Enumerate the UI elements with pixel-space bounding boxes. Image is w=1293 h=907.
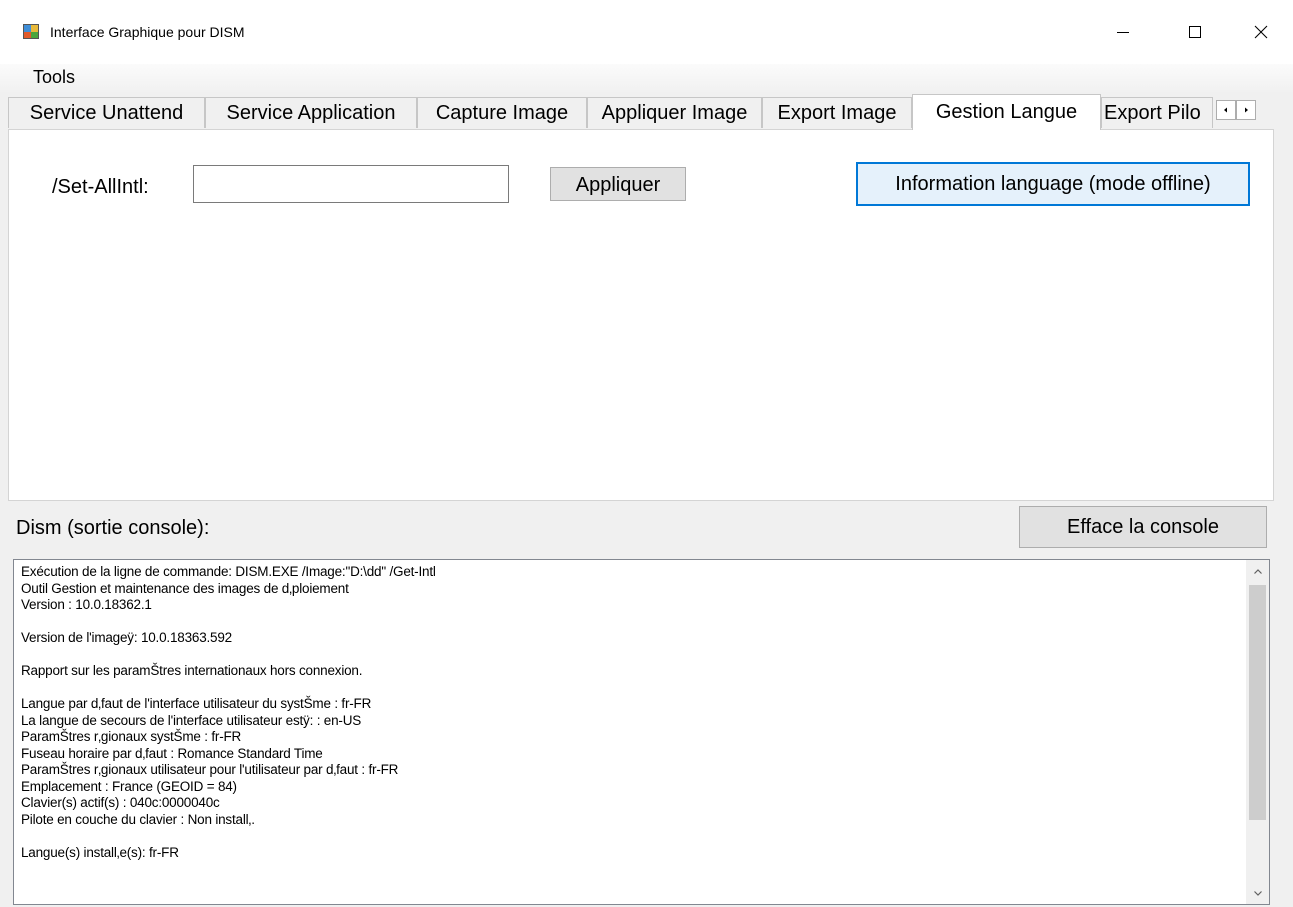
chevron-up-icon	[1253, 568, 1262, 574]
arrow-left-icon	[1224, 107, 1227, 113]
tab-export-pilotes[interactable]: Export Pilo	[1101, 97, 1213, 128]
chevron-down-icon	[1253, 890, 1262, 896]
window-title: Interface Graphique pour DISM	[50, 24, 245, 40]
tab-gestion-langue[interactable]: Gestion Langue	[912, 94, 1101, 130]
console-scrollbar[interactable]	[1246, 560, 1269, 904]
tab-scroll-left-button[interactable]	[1216, 100, 1236, 120]
console-output-text: Exécution de la ligne de commande: DISM.…	[21, 564, 436, 860]
scroll-thumb[interactable]	[1249, 585, 1266, 820]
tab-strip: Service Unattend Service Application Cap…	[8, 94, 1284, 130]
close-button[interactable]	[1238, 10, 1284, 54]
console-output[interactable]: Exécution de la ligne de commande: DISM.…	[13, 559, 1270, 905]
tab-capture-image[interactable]: Capture Image	[417, 97, 587, 128]
information-language-button[interactable]: Information language (mode offline)	[856, 162, 1250, 206]
minimize-button[interactable]	[1100, 10, 1146, 54]
tab-scroll-right-button[interactable]	[1236, 100, 1256, 120]
arrow-right-icon	[1245, 107, 1248, 113]
scroll-down-button[interactable]	[1246, 881, 1269, 904]
scroll-up-button[interactable]	[1246, 560, 1269, 583]
tab-appliquer-image[interactable]: Appliquer Image	[587, 97, 762, 128]
tab-service-unattend[interactable]: Service Unattend	[8, 97, 205, 128]
menu-tools[interactable]: Tools	[27, 64, 81, 90]
tab-service-application[interactable]: Service Application	[205, 97, 417, 128]
menu-bar	[0, 64, 1293, 94]
appliquer-button[interactable]: Appliquer	[550, 167, 686, 201]
maximize-icon	[1189, 26, 1201, 38]
maximize-button[interactable]	[1172, 10, 1218, 54]
minimize-icon	[1117, 32, 1129, 33]
tab-export-image[interactable]: Export Image	[762, 97, 912, 128]
close-icon	[1254, 25, 1268, 39]
clear-console-button[interactable]: Efface la console	[1019, 506, 1267, 548]
app-icon	[23, 23, 40, 40]
console-label: Dism (sortie console):	[16, 517, 210, 539]
set-allintl-input[interactable]	[193, 165, 509, 203]
set-allintl-label: /Set-AllIntl:	[52, 176, 149, 198]
